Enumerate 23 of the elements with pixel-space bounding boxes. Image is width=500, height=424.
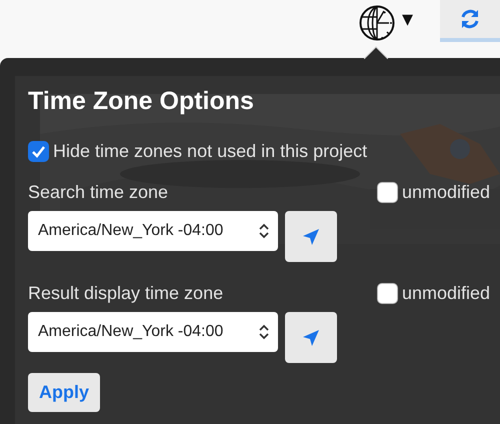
checkbox-label: unmodified	[402, 181, 490, 204]
timezone-select[interactable]: America/New_York -04:00	[28, 211, 278, 251]
check-icon	[31, 144, 46, 159]
checkbox-label: unmodified	[402, 282, 490, 305]
locate-button[interactable]	[285, 211, 337, 262]
location-arrow-icon	[302, 328, 320, 346]
field-label: Search time zone	[28, 181, 168, 204]
refresh-icon	[459, 8, 481, 30]
field-label: Result display time zone	[28, 282, 224, 305]
popover-title: Time Zone Options	[28, 86, 255, 116]
caret-icon[interactable]: ▾	[402, 8, 413, 30]
checkbox[interactable]	[28, 141, 49, 162]
refresh-button[interactable]	[440, 0, 500, 42]
chevron-updown-icon	[258, 223, 270, 239]
timezone-select[interactable]: America/New_York -04:00	[28, 312, 278, 352]
checkbox[interactable]	[376, 283, 398, 304]
globe-clock-icon[interactable]	[358, 4, 396, 42]
checkbox[interactable]	[376, 182, 398, 203]
locate-button[interactable]	[285, 312, 337, 363]
chevron-updown-icon	[258, 324, 270, 340]
location-arrow-icon	[302, 228, 320, 246]
checkbox-label: Hide time zones not used in this project	[53, 140, 368, 163]
apply-button[interactable]: Apply	[28, 373, 100, 412]
